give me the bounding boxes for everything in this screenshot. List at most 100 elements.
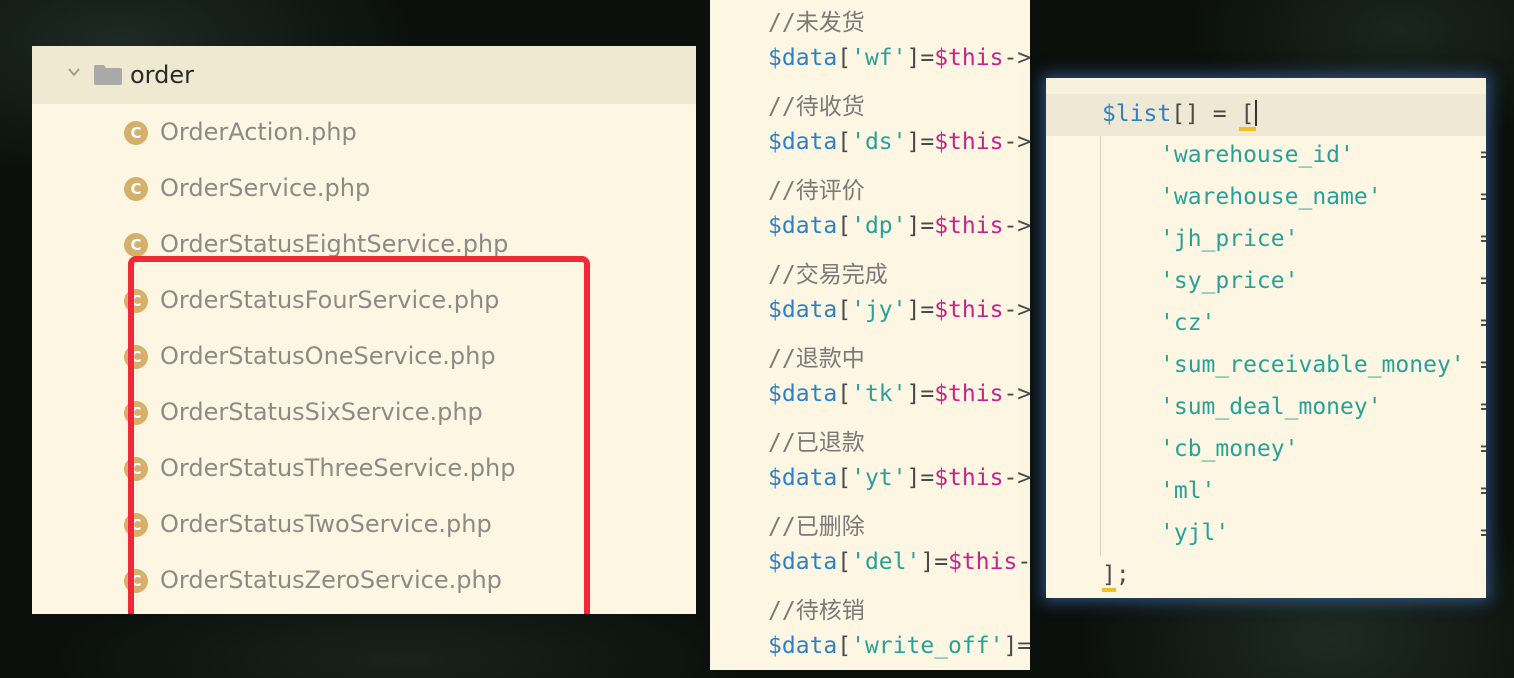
assign-op: ]= — [906, 213, 935, 239]
code-assignment: $data['dp']=$this-> — [768, 213, 1030, 239]
string-key: 'yt' — [851, 465, 907, 491]
code-comment: //退款中 — [768, 339, 865, 373]
variable: $data — [768, 381, 838, 407]
code-assignment: $data['wf']=$this-> — [768, 45, 1030, 71]
code-assignment: $data['del']=$this- — [768, 549, 1030, 575]
code-assignment: $data['yt']=$this-> — [768, 465, 1030, 491]
array-key: 'ml' — [1160, 478, 1216, 504]
code-line-list-assign: $list[] = [ — [1102, 100, 1258, 127]
bracket-open: [ — [837, 129, 852, 155]
arrow-op: = — [1480, 268, 1486, 294]
folder-row-order[interactable]: order — [32, 46, 696, 104]
bracket-open: [ — [837, 297, 852, 323]
arrow-op: - — [1017, 549, 1030, 575]
arrow-op: = — [1480, 310, 1486, 336]
assign-op: ]= — [906, 45, 935, 71]
comment-text: //待核销 — [768, 598, 865, 624]
assign-op: ]= — [906, 297, 935, 323]
bracket-open: [ — [837, 213, 852, 239]
code-editor-middle[interactable]: //未发货 $data['wf']=$this->//待收货 $data['ds']… — [710, 0, 1030, 670]
arrow-op: = — [1480, 142, 1486, 168]
folder-label: order — [130, 61, 194, 89]
arrow-op: -> — [1003, 297, 1030, 323]
file-item[interactable]: C OrderAction.php — [32, 105, 696, 161]
array-key: 'sy_price' — [1160, 268, 1299, 294]
string-key: 'del' — [851, 549, 921, 575]
code-comment: //已退款 — [768, 423, 865, 457]
code-comment: //待评价 — [768, 171, 865, 205]
variable: $data — [768, 45, 838, 71]
comment-text: //未发货 — [768, 10, 865, 36]
code-line-close: ]; — [1102, 562, 1130, 588]
php-class-icon: C — [124, 121, 148, 145]
arrow-op: -> — [1003, 213, 1030, 239]
php-class-icon: C — [124, 177, 148, 201]
variable: $data — [768, 549, 838, 575]
comment-text: //待评价 — [768, 178, 865, 204]
code-assignment: $data['ds']=$this-> — [768, 129, 1030, 155]
array-key: 'warehouse_id' — [1160, 142, 1354, 168]
assign-op: [] = — [1171, 101, 1241, 127]
chevron-down-icon[interactable] — [68, 66, 80, 78]
highlight-box — [128, 256, 590, 614]
this-keyword: $this — [934, 213, 1004, 239]
string-key: 'wf' — [851, 45, 907, 71]
bracket-open: [ — [837, 381, 852, 407]
text-caret — [1255, 100, 1258, 126]
bracket-open: [ — [837, 633, 852, 659]
bracket-open: [ — [837, 549, 852, 575]
this-keyword: $this — [934, 381, 1004, 407]
arrow-op: = — [1480, 436, 1486, 462]
comment-text: //已退款 — [768, 430, 865, 456]
array-key: 'jh_price' — [1160, 226, 1299, 252]
php-class-icon: C — [124, 233, 148, 257]
array-key: 'sum_receivable_money' — [1160, 352, 1465, 378]
this-keyword: $this — [934, 129, 1004, 155]
semicolon: ; — [1115, 562, 1130, 588]
string-key: 'jy' — [851, 297, 907, 323]
assign-op: ]= — [920, 549, 949, 575]
file-item[interactable]: C OrderService.php — [32, 161, 696, 217]
this-keyword: $this — [934, 45, 1004, 71]
var-list: $list — [1102, 101, 1172, 127]
comment-text: //已删除 — [768, 514, 865, 540]
arrow-op: -> — [1003, 465, 1030, 491]
arrow-op: = — [1480, 184, 1486, 210]
close-bracket: ] — [1102, 562, 1116, 588]
this-keyword: $this — [948, 549, 1018, 575]
file-name: OrderStatusEightService.php — [160, 230, 509, 258]
arrow-op: -> — [1003, 129, 1030, 155]
code-comment: //待核销 — [768, 591, 865, 625]
comment-text: //交易完成 — [768, 262, 888, 288]
arrow-op: = — [1480, 520, 1486, 546]
indent-guide — [1100, 136, 1101, 556]
comment-text: //待收货 — [768, 94, 865, 120]
comment-text: //退款中 — [768, 346, 865, 372]
arrow-op: -> — [1003, 381, 1030, 407]
variable: $data — [768, 213, 838, 239]
variable: $data — [768, 129, 838, 155]
array-key: 'warehouse_name' — [1160, 184, 1382, 210]
project-tree-panel: order C OrderAction.php C OrderService.php C… — [32, 46, 696, 614]
array-key: 'sum_deal_money' — [1160, 394, 1382, 420]
arrow-op: = — [1480, 352, 1486, 378]
bracket-open: [ — [837, 465, 852, 491]
arrow-op: = — [1480, 394, 1486, 420]
arrow-op: -> — [1003, 45, 1030, 71]
arrow-op: = — [1480, 478, 1486, 504]
bracket-open: [ — [837, 45, 852, 71]
code-comment: //待收货 — [768, 87, 865, 121]
code-comment: //未发货 — [768, 3, 865, 37]
code-comment: //交易完成 — [768, 255, 888, 289]
variable: $data — [768, 297, 838, 323]
array-key: 'cz' — [1160, 310, 1216, 336]
code-editor-right[interactable]: $list[] = [ 'warehouse_id' = 'warehouse_na… — [1046, 78, 1486, 598]
this-keyword: $this — [934, 465, 1004, 491]
array-key: 'cb_money' — [1160, 436, 1299, 462]
code-assignment: $data['jy']=$this-> — [768, 297, 1030, 323]
assign-op: ]= — [906, 381, 935, 407]
arrow-op: = — [1480, 226, 1486, 252]
this-keyword: $this — [934, 297, 1004, 323]
code-assignment: $data['tk']=$this-> — [768, 381, 1030, 407]
variable: $data — [768, 633, 838, 659]
